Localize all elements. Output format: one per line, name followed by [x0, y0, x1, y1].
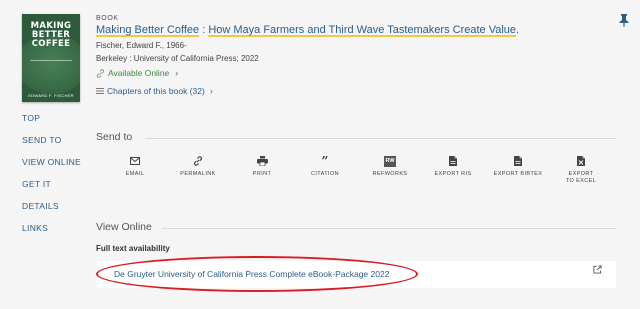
nav-view-online[interactable]: VIEW ONLINE	[22, 157, 81, 179]
nav-details[interactable]: DETAILS	[22, 201, 81, 223]
view-online-heading: View Online	[96, 221, 152, 233]
send-to-actions: EMAIL PERMALINK PRINT ” CITATION RW REFW…	[96, 155, 616, 195]
action-label: EXPORT BIBTEX	[493, 171, 543, 177]
action-export-excel[interactable]: EXPORT TO EXCEL	[546, 155, 616, 185]
chapters-link[interactable]: Chapters of this book (32) ›	[96, 86, 213, 96]
export-excel-icon	[577, 156, 585, 166]
external-link-icon[interactable]	[593, 265, 602, 274]
action-label: CITATION	[310, 171, 340, 177]
view-online-divider	[162, 228, 616, 229]
record-author: Fischer, Edward F., 1966-	[96, 41, 187, 50]
record-publisher: Berkeley : University of California Pres…	[96, 54, 259, 63]
action-label: REFWORKS	[372, 171, 408, 177]
record-title-separator: :	[199, 24, 209, 36]
availability-label: Available Online	[108, 68, 170, 78]
list-icon	[96, 88, 104, 94]
print-icon	[256, 156, 268, 166]
chevron-right-icon: ›	[209, 86, 213, 96]
book-cover[interactable]: MAKING BETTER COFFEE EDWARD F. FISCHER	[22, 14, 80, 102]
send-to-heading: Send to	[96, 131, 133, 143]
full-text-link-row[interactable]: De Gruyter University of California Pres…	[96, 261, 616, 288]
record-title-main[interactable]: Making Better Coffee	[96, 24, 199, 36]
email-icon	[130, 157, 140, 165]
action-label: EMAIL	[125, 171, 145, 177]
record-type: BOOK	[96, 15, 119, 22]
export-ris-icon	[449, 156, 457, 166]
pin-icon[interactable]	[618, 13, 630, 27]
record-title-subtitle[interactable]: How Maya Farmers and Third Wave Tastemak…	[208, 24, 516, 36]
nav-top[interactable]: TOP	[22, 113, 81, 135]
action-label: EXPORT TO EXCEL	[565, 171, 597, 184]
send-to-divider	[146, 138, 616, 139]
cover-title: MAKING BETTER COFFEE	[30, 21, 72, 49]
action-email[interactable]: EMAIL	[100, 155, 170, 178]
citation-icon: ”	[321, 154, 329, 168]
action-label: PERMALINK	[180, 171, 216, 177]
action-print[interactable]: PRINT	[227, 155, 297, 178]
action-permalink[interactable]: PERMALINK	[163, 155, 233, 178]
full-text-link[interactable]: De Gruyter University of California Pres…	[114, 269, 389, 279]
permalink-icon	[193, 156, 203, 166]
refworks-icon: RW	[384, 155, 396, 167]
record-title[interactable]: Making Better Coffee : How Maya Farmers …	[96, 24, 519, 36]
section-nav: TOP SEND TO VIEW ONLINE GET IT DETAILS L…	[22, 113, 81, 245]
nav-get-it[interactable]: GET IT	[22, 179, 81, 201]
action-citation[interactable]: ” CITATION	[290, 155, 360, 178]
record-title-end: .	[516, 24, 520, 36]
nav-send-to[interactable]: SEND TO	[22, 135, 81, 157]
cover-divider	[30, 60, 72, 74]
availability-link[interactable]: Available Online ›	[96, 68, 178, 78]
chevron-right-icon: ›	[175, 68, 179, 78]
action-label: EXPORT RIS	[434, 171, 472, 177]
export-bibtex-icon	[514, 156, 522, 166]
chapters-label: Chapters of this book (32)	[107, 86, 205, 96]
cover-author: EDWARD F. FISCHER	[28, 93, 74, 98]
action-label: PRINT	[252, 171, 272, 177]
full-text-label: Full text availability	[96, 244, 170, 253]
nav-links[interactable]: LINKS	[22, 223, 81, 245]
action-export-bibtex[interactable]: EXPORT BIBTEX	[483, 155, 553, 178]
action-export-ris[interactable]: EXPORT RIS	[418, 155, 488, 178]
link-icon	[96, 68, 105, 78]
action-refworks[interactable]: RW REFWORKS	[355, 155, 425, 178]
